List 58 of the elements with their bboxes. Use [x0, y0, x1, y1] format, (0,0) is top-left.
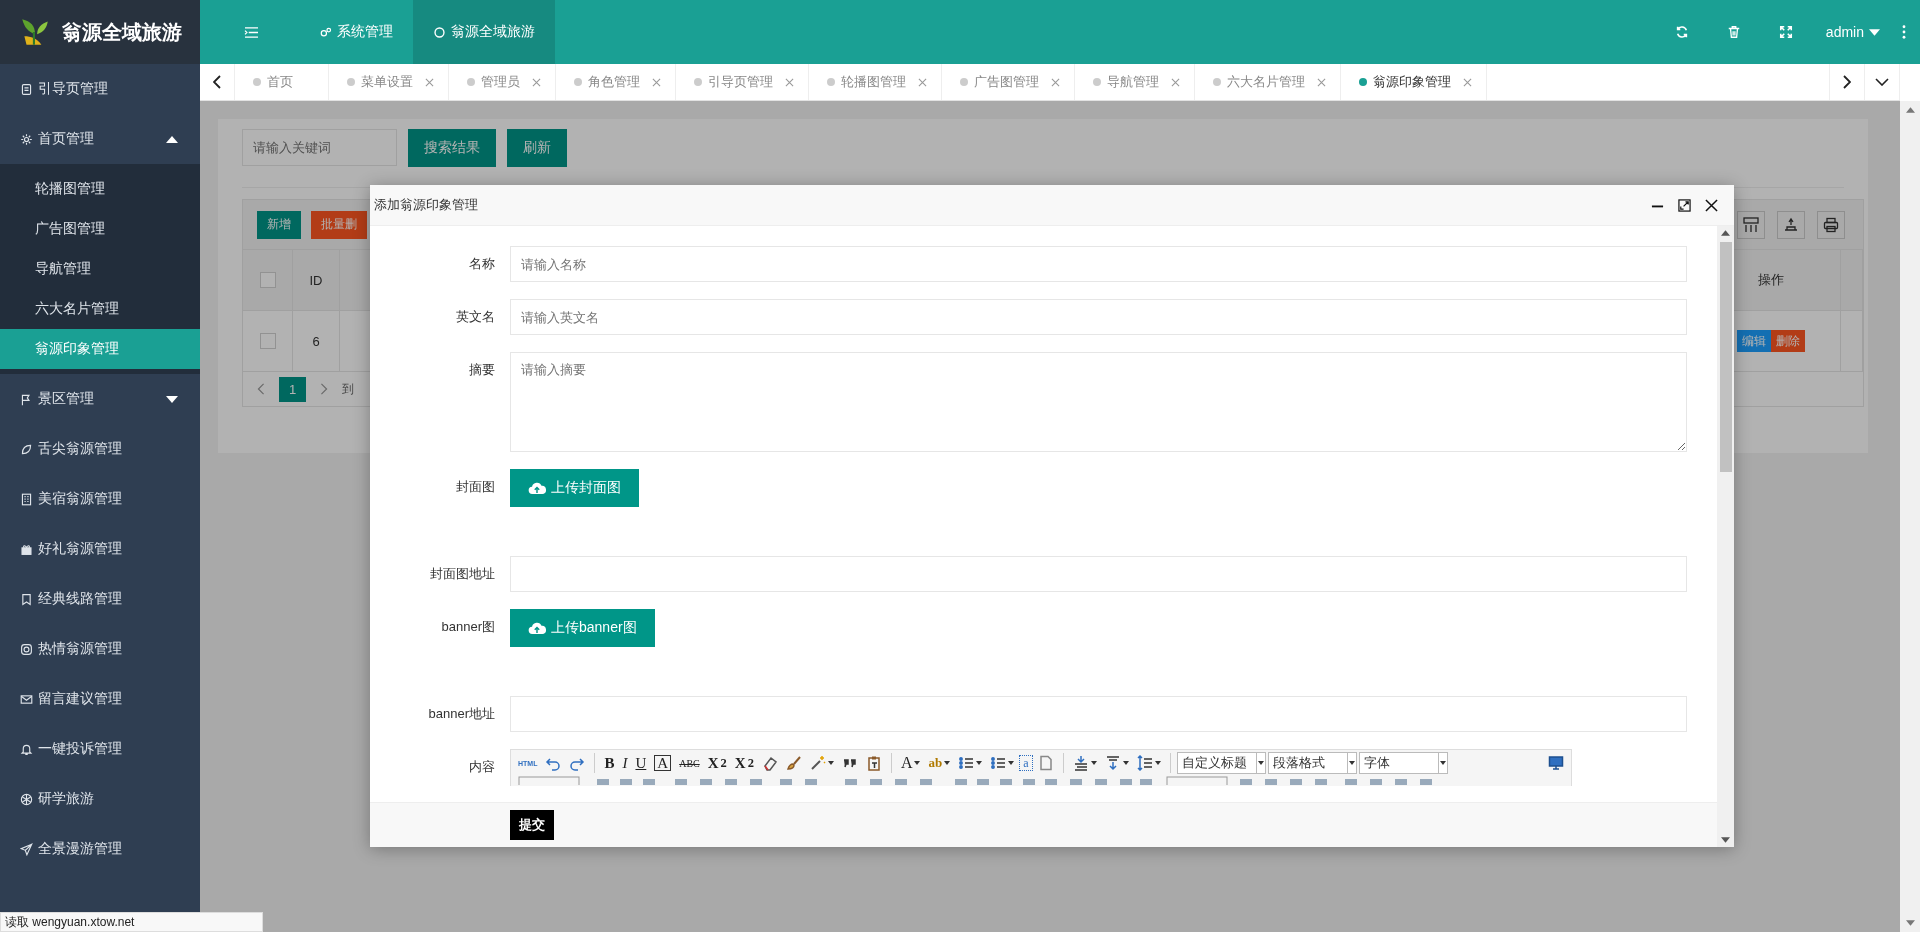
sidebar-item[interactable]: 经典线路管理 — [0, 574, 200, 624]
table-cell: 6 — [293, 311, 340, 371]
editor-dropdown[interactable]: 字体 — [1358, 752, 1448, 774]
text-field[interactable]: 请输入名称 — [510, 246, 1687, 282]
editor-dropdown[interactable]: 段落格式 — [1267, 752, 1357, 774]
search-field[interactable]: 请输入关键词 — [242, 129, 397, 166]
sidebar-item[interactable]: 全景漫游管理 — [0, 824, 200, 874]
sidebar-item[interactable]: 研学旅游 — [0, 774, 200, 824]
page-tab[interactable]: 首页 — [235, 64, 329, 100]
bold-button[interactable]: B — [601, 752, 618, 774]
underline-button[interactable]: U — [632, 752, 650, 774]
logo-text: 翁源全域旅游 — [62, 19, 182, 45]
field-label: banner图 — [440, 618, 496, 636]
sidebar-item[interactable]: 留言建议管理 — [0, 674, 200, 724]
anchor-button[interactable]: a — [1019, 755, 1033, 771]
page-tab[interactable]: 六大名片管理 — [1195, 64, 1341, 100]
field-label: 内容 — [468, 758, 496, 776]
page-tab[interactable]: 角色管理 — [556, 64, 676, 100]
page-tab[interactable]: 轮播图管理 — [809, 64, 942, 100]
page-tab[interactable]: 翁源印象管理 — [1341, 64, 1487, 100]
text-area[interactable]: 请输入摘要 — [510, 352, 1687, 452]
page-tab[interactable]: 导航管理 — [1075, 64, 1195, 100]
upload-button[interactable]: 上传封面图 — [510, 469, 639, 507]
upload-button[interactable]: 上传banner图 — [510, 609, 655, 647]
dialog-title: 添加翁源印象管理 — [374, 196, 478, 214]
sidebar-item[interactable]: 舌尖翁源管理 — [0, 424, 200, 474]
column-header: ID — [293, 250, 340, 310]
field-label: 封面图地址 — [429, 565, 496, 583]
field-label: 摘要 — [468, 361, 496, 379]
field-label: 封面图 — [455, 478, 496, 496]
page-tab[interactable]: 广告图管理 — [942, 64, 1075, 100]
nav-tab[interactable]: 翁源全域旅游 — [413, 0, 555, 64]
status-bar: 读取 wengyuan.xtow.net — [0, 912, 263, 932]
sidebar-item[interactable]: 热情翁源管理 — [0, 624, 200, 674]
field-label: 名称 — [468, 255, 496, 273]
sidebar-subitem[interactable]: 广告图管理 — [0, 209, 200, 249]
sidebar-subitem[interactable]: 导航管理 — [0, 249, 200, 289]
editor-dropdown[interactable]: 自定义标题 — [1176, 752, 1266, 774]
page-tab[interactable]: 菜单设置 — [329, 64, 449, 100]
border-button[interactable]: A — [654, 755, 672, 771]
font-color-button[interactable]: A — [897, 752, 924, 774]
sidebar-item[interactable]: 景区管理 — [0, 374, 200, 424]
sidebar-item[interactable]: 首页管理 — [0, 114, 200, 164]
submit-button[interactable]: 提交 — [510, 810, 554, 840]
sidebar-subitem[interactable]: 轮播图管理 — [0, 169, 200, 209]
goto-label: 到 — [342, 380, 355, 398]
sidebar-subitem[interactable]: 六大名片管理 — [0, 289, 200, 329]
field-label: 英文名 — [455, 308, 496, 326]
sidebar-item[interactable]: 一键投诉管理 — [0, 724, 200, 774]
text-field[interactable]: 请输入英文名 — [510, 299, 1687, 335]
sidebar-item[interactable]: 好礼翁源管理 — [0, 524, 200, 574]
sidebar-item[interactable]: 美宿翁源管理 — [0, 474, 200, 524]
strikethrough-button[interactable]: ABC — [676, 752, 703, 774]
page-tab[interactable]: 管理员 — [449, 64, 556, 100]
field-label: banner地址 — [427, 705, 496, 723]
page-tab[interactable]: 引导页管理 — [676, 64, 809, 100]
sidebar-item[interactable]: 引导页管理 — [0, 64, 200, 114]
italic-button[interactable]: I — [619, 752, 631, 774]
